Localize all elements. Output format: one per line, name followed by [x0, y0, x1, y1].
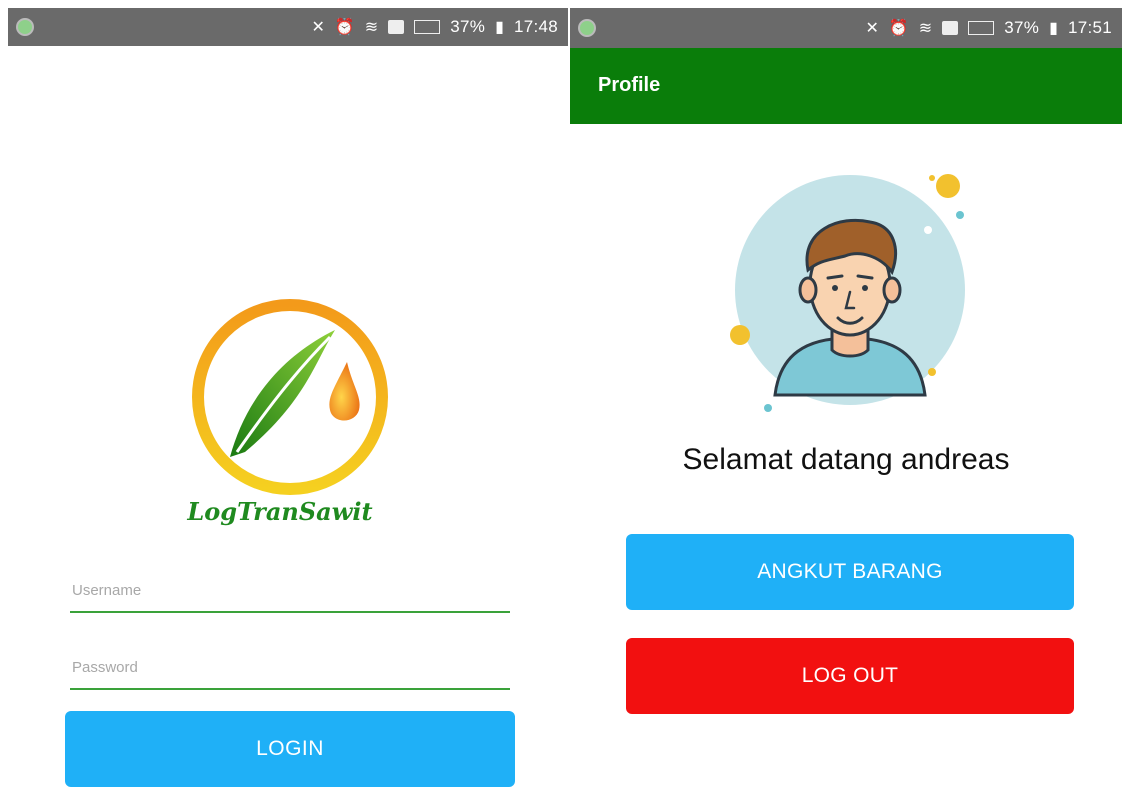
battery-percent: 37% — [1004, 18, 1040, 37]
page-title: Profile — [598, 74, 661, 96]
wifi-icon: ≋ — [364, 17, 379, 36]
app-bar: Profile — [570, 48, 1122, 124]
username-input[interactable] — [70, 569, 510, 611]
notification-icon — [16, 18, 34, 36]
alarm-icon: ⏰ — [334, 17, 355, 36]
login-screen: ✕ ⏰ ≋ 37% ▮ 17:48 LogTranSawit Username … — [0, 0, 568, 799]
notification-icon — [578, 19, 596, 37]
status-bar: ✕ ⏰ ≋ 37% ▮ 17:48 — [8, 8, 568, 46]
welcome-message: Selamat datang andreas — [682, 443, 1010, 476]
status-bar: ✕ ⏰ ≋ 37% ▮ 17:51 — [570, 8, 1122, 48]
mute-icon: ✕ — [311, 17, 325, 36]
app-logo-text: LogTranSawit — [187, 497, 373, 526]
mute-icon: ✕ — [865, 18, 879, 37]
password-input[interactable] — [70, 646, 510, 688]
battery-percent: 37% — [450, 17, 486, 36]
clock: 17:51 — [1067, 18, 1112, 37]
signal-icon — [968, 21, 995, 35]
profile-screen: ✕ ⏰ ≋ 37% ▮ 17:51 Profile Selamat datang… — [570, 0, 1122, 799]
data-icon — [388, 20, 405, 34]
battery-icon: ▮ — [1049, 18, 1058, 37]
clock: 17:48 — [513, 17, 558, 36]
username-field[interactable] — [70, 569, 510, 613]
angkut-barang-button[interactable]: ANGKUT BARANG — [626, 534, 1074, 610]
logout-button[interactable]: LOG OUT — [626, 638, 1074, 714]
alarm-icon: ⏰ — [888, 18, 909, 37]
battery-icon: ▮ — [495, 17, 504, 36]
data-icon — [942, 21, 959, 35]
password-field[interactable] — [70, 646, 510, 690]
login-button[interactable]: LOGIN — [65, 711, 515, 787]
wifi-icon: ≋ — [918, 18, 933, 37]
app-logo — [185, 292, 395, 502]
signal-icon — [414, 20, 441, 34]
avatar — [720, 160, 980, 420]
